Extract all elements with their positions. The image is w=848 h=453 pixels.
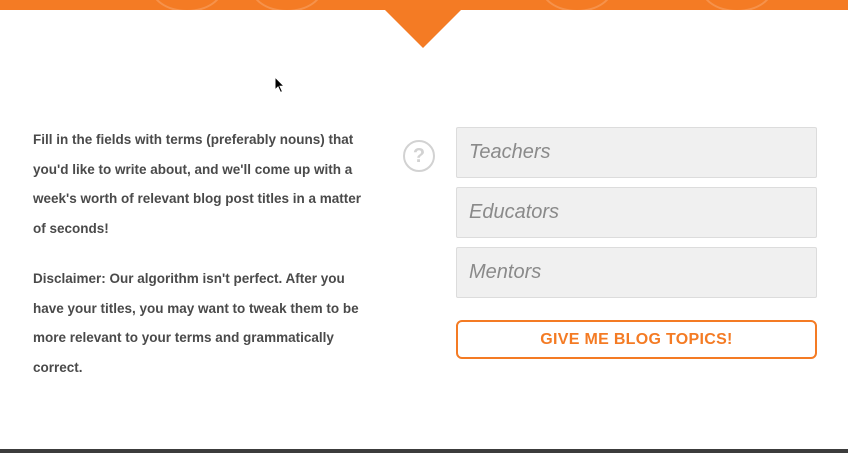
give-me-blog-topics-button[interactable]: GIVE ME BLOG TOPICS!	[456, 320, 817, 359]
header-bar	[0, 0, 848, 10]
blog-topic-generator-page: Fill in the fields with terms (preferabl…	[0, 0, 848, 453]
term-input-1[interactable]	[456, 127, 817, 178]
header-decoration	[250, 0, 324, 10]
header-decoration	[150, 0, 224, 10]
header-decoration	[700, 0, 774, 10]
mouse-cursor-icon	[274, 75, 286, 99]
header-pointer-triangle	[385, 10, 461, 48]
disclaimer-text: Disclaimer: Our algorithm isn't perfect.…	[33, 271, 359, 375]
term-input-3[interactable]	[456, 247, 817, 298]
header-decoration	[540, 0, 614, 10]
bottom-divider	[0, 449, 848, 453]
question-circle-icon[interactable]: ?	[403, 140, 435, 172]
intro-text: Fill in the fields with terms (preferabl…	[33, 132, 362, 236]
term-input-2[interactable]	[456, 187, 817, 238]
